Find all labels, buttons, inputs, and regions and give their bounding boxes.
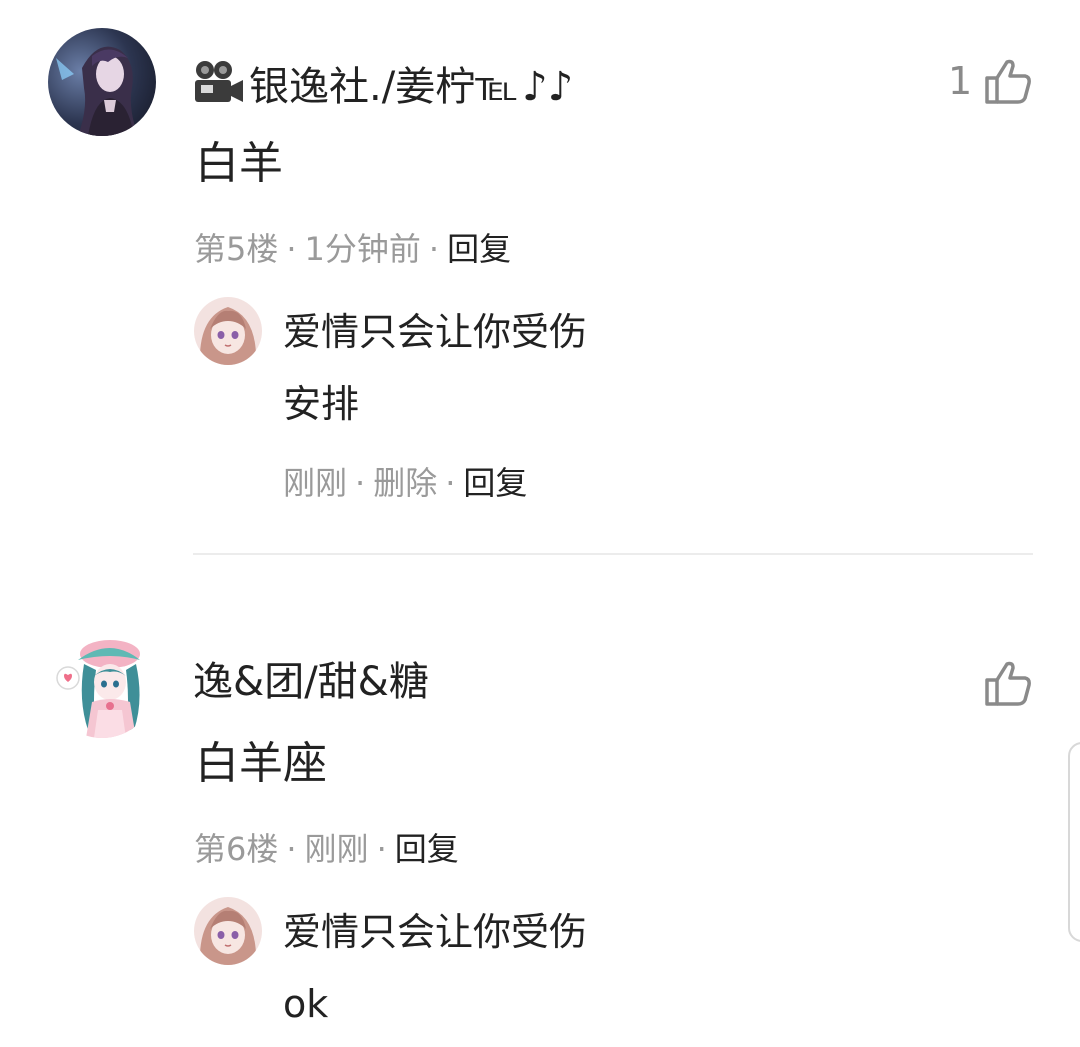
reply-avatar[interactable] [194, 897, 262, 965]
comment-username[interactable]: 银逸社./姜柠℡ ♪♪ [193, 60, 573, 113]
thumbs-up-icon[interactable] [983, 658, 1033, 708]
floor-number: 第5楼 [194, 230, 279, 268]
comment-content: 白羊 [195, 138, 283, 189]
comment-username[interactable]: 逸&团/甜&糖 [193, 662, 429, 702]
comment-time: 刚刚 [304, 830, 369, 868]
reply-meta: 刚刚 · 删除 · 回复 [283, 464, 528, 502]
like-count: 1 [948, 59, 973, 103]
comment-time: 1分钟前 [304, 230, 421, 268]
comment-meta: 第5楼 · 1分钟前 · 回复 [194, 230, 512, 268]
reply-time: 刚刚 [283, 464, 348, 502]
reply-button[interactable]: 回复 [395, 830, 459, 868]
reply-username[interactable]: 爱情只会让你受伤 [283, 913, 587, 951]
avatar[interactable] [48, 28, 156, 136]
reply-button[interactable]: 回复 [463, 464, 527, 502]
scrollbar-handle[interactable] [1068, 742, 1080, 942]
music-notes-icon: ♪♪ [522, 64, 574, 110]
comment-meta: 第6楼 · 刚刚 · 回复 [194, 830, 459, 868]
movie-camera-icon [193, 60, 245, 113]
delete-button[interactable]: 删除 [373, 464, 437, 502]
reply-button[interactable]: 回复 [447, 230, 511, 268]
reply-content: ok [283, 982, 329, 1026]
reply-username[interactable]: 爱情只会让你受伤 [283, 313, 587, 351]
reply-avatar[interactable] [194, 297, 262, 365]
reply-content: 安排 [283, 382, 360, 426]
thumbs-up-icon[interactable] [983, 56, 1033, 106]
floor-number: 第6楼 [194, 830, 279, 868]
avatar[interactable] [48, 630, 156, 738]
comment-list: 银逸社./姜柠℡ ♪♪ 1 白羊 第5楼 · 1分钟前 · 回复 爱情只会让你受伤 安排 … [0, 0, 1080, 1047]
divider [193, 553, 1033, 555]
comment-content: 白羊座 [195, 738, 327, 789]
